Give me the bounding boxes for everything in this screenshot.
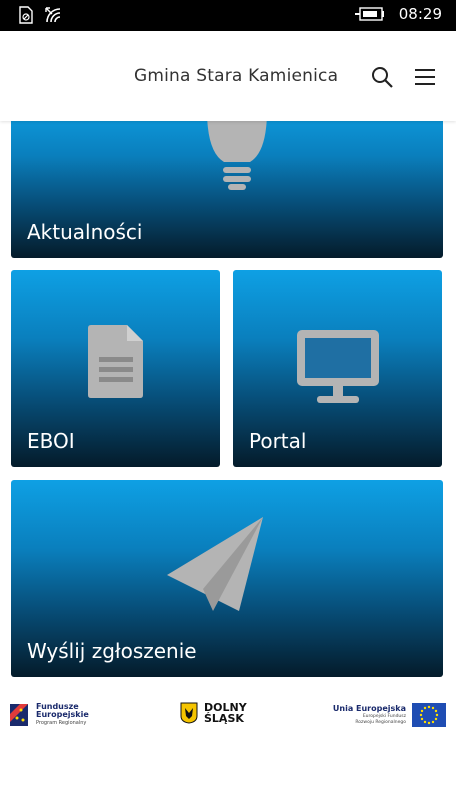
- battery-charging-icon: [354, 7, 384, 21]
- dolny-slask-logo: DOLNY ŚLĄSK: [180, 702, 247, 724]
- fe-title-2: Europejskie: [36, 709, 89, 719]
- tile-label: Portal: [249, 429, 307, 453]
- paper-plane-icon: [167, 517, 263, 611]
- document-icon: [88, 325, 143, 398]
- eu-subtitle-1: Europejski Fundusz: [362, 713, 406, 719]
- eu-subtitle-2: Rozwoju Regionalnego: [355, 720, 406, 725]
- eu-flag-icon: [412, 703, 446, 727]
- status-time: 08:29: [398, 5, 442, 23]
- unia-europejska-logo: Unia Europejska Europejski Fundusz Rozwo…: [333, 703, 446, 727]
- search-button[interactable]: [370, 65, 396, 91]
- hamburger-menu-icon: [415, 69, 435, 85]
- fundusze-europejskie-logo: Fundusze Europejskie Program Regionalny: [8, 700, 89, 728]
- search-icon: [372, 67, 393, 88]
- tile-eboi[interactable]: EBOI: [11, 270, 220, 467]
- sim-no-signal-icon: [19, 6, 33, 24]
- tile-label: Wyślij zgłoszenie: [27, 639, 197, 663]
- fundusze-europejskie-icon: [10, 704, 28, 726]
- monitor-icon: [297, 330, 379, 403]
- status-bar: 08:29: [0, 0, 456, 31]
- eu-title: Unia Europejska: [332, 703, 406, 713]
- tile-wyslij-zgloszenie[interactable]: Wyślij zgłoszenie: [11, 480, 443, 677]
- page-title: Gmina Stara Kamienica: [134, 66, 339, 86]
- tile-aktualnosci[interactable]: Aktualności: [11, 100, 443, 258]
- footer-logos: Fundusze Europejskie Program Regionalny …: [0, 690, 456, 740]
- tile-label: Aktualności: [27, 220, 143, 244]
- app-header: Gmina Stara Kamienica: [0, 31, 456, 121]
- wifi-icon: [45, 7, 61, 23]
- fe-subtitle: Program Regionalny: [36, 719, 87, 726]
- eagle-crest-icon: [180, 702, 198, 724]
- tile-portal[interactable]: Portal: [233, 270, 442, 467]
- ds-line-2: ŚLĄSK: [204, 712, 244, 725]
- tile-label: EBOI: [27, 429, 75, 453]
- menu-button[interactable]: [414, 67, 436, 87]
